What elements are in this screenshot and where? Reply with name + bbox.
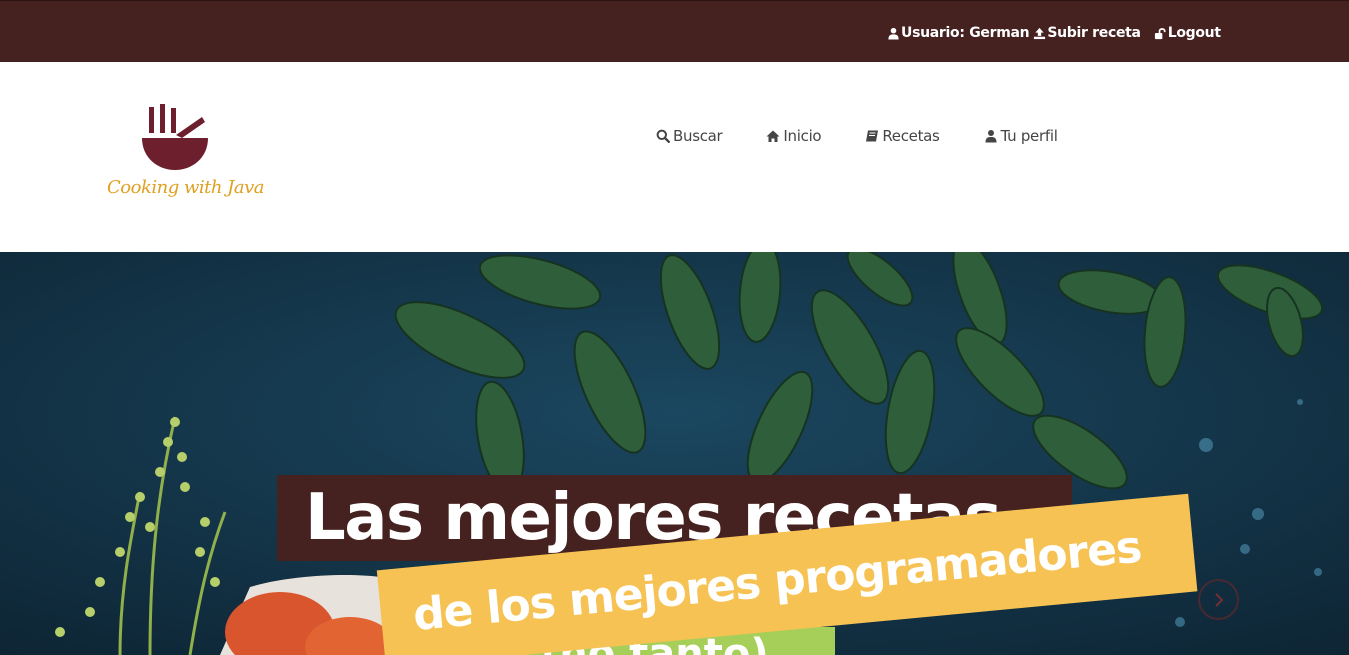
main-nav: Buscar Inicio Recetas Tu perfil: [656, 127, 1058, 145]
nav-item-label: Inicio: [783, 127, 822, 145]
nav-item-recetas[interactable]: Recetas: [865, 127, 940, 145]
user-link[interactable]: Usuario: German: [887, 25, 1030, 41]
book-icon: [866, 130, 879, 142]
user-icon: [888, 27, 899, 40]
nav-item-label: Tu perfil: [1000, 127, 1058, 145]
logout-link[interactable]: Logout: [1154, 25, 1221, 41]
site-header: Cooking with Java Buscar Inicio Recetas …: [0, 62, 1349, 252]
nav-item-label: Recetas: [882, 127, 940, 145]
nav-item-tu-perfil[interactable]: Tu perfil: [984, 127, 1058, 145]
nav-item-inicio[interactable]: Inicio: [766, 127, 822, 145]
logout-label: Logout: [1167, 25, 1221, 41]
chevron-right-icon: [1214, 592, 1223, 607]
upload-icon: [1034, 27, 1046, 39]
search-icon: [656, 129, 670, 143]
top-bar: Usuario: German Subir receta Logout: [0, 0, 1349, 62]
logo-text: Cooking with Java: [107, 177, 265, 198]
site-logo[interactable]: Cooking with Java: [104, 102, 265, 212]
nav-item-label: Buscar: [673, 127, 723, 145]
user-icon: [985, 130, 997, 143]
unlock-icon: [1154, 27, 1166, 39]
user-label: Usuario: German: [901, 25, 1030, 41]
upload-recipe-link[interactable]: Subir receta: [1033, 25, 1141, 41]
hero-carousel: Las mejores recetas (no tanto) de los me…: [0, 252, 1349, 655]
upload-label: Subir receta: [1047, 25, 1141, 41]
carousel-next-button[interactable]: [1198, 579, 1239, 620]
home-icon: [766, 130, 780, 142]
top-bar-links: Usuario: German Subir receta Logout: [887, 23, 1221, 43]
bowl-with-chopsticks-icon: [142, 104, 208, 170]
nav-item-buscar[interactable]: Buscar: [656, 127, 723, 145]
